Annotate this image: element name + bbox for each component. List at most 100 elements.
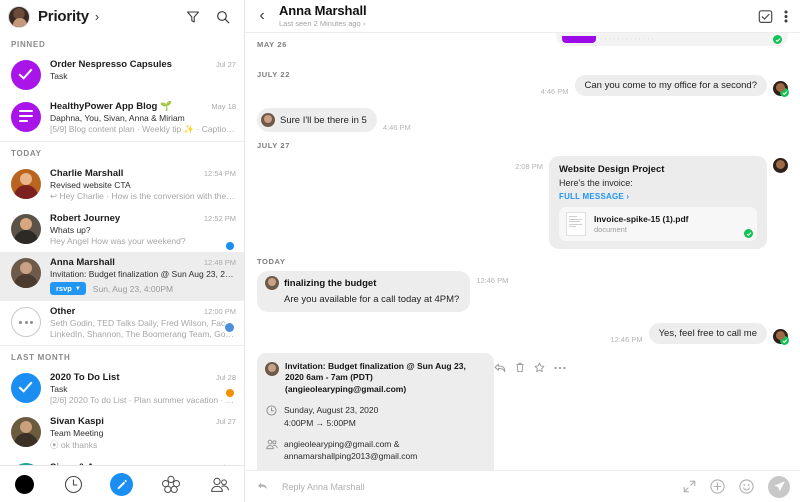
invitation-date: Sunday, August 23, 2020	[284, 405, 379, 416]
list-item-title: Robert Journey	[50, 213, 121, 224]
invitation-guests-text: angieolearyping@gmail.com & annamarshall…	[284, 438, 417, 463]
list-item-body: 2020 To Do List Jul 28 Task [2/6] 2020 T…	[50, 372, 236, 405]
list-item-subtitle: Task	[50, 71, 68, 81]
highlight-chip	[562, 36, 596, 43]
section-header-pinned: PINNED	[11, 40, 46, 49]
list-item-title: Sivan Kaspi	[50, 416, 104, 427]
list-item-subtitle: Task	[50, 384, 68, 394]
list-item-title: Order Nespresso Capsules	[50, 59, 172, 70]
more-vertical-icon[interactable]	[784, 9, 788, 24]
sidebar-header: Priority ›	[0, 0, 244, 33]
chat-header-actions	[758, 9, 788, 24]
reply-input[interactable]: Reply Anna Marshall	[282, 482, 669, 492]
invitation-title: Invitation: Budget finalization @ Sun Au…	[285, 361, 466, 394]
invitation-guests: angieolearyping@gmail.com & annamarshall…	[265, 438, 484, 463]
list-item-subtitle: Invitation: Budget finalization @ Sun Au…	[50, 269, 236, 279]
invitation-when: Sunday, August 23, 2020 4:00PM → 5:00PM	[265, 404, 484, 429]
attachment-meta: Invoice-spike-15 (1).pdf document	[594, 214, 688, 234]
day-label-july27: JULY 27	[257, 141, 290, 150]
list-item[interactable]: 2020 To Do List Jul 28 Task [2/6] 2020 T…	[0, 367, 244, 411]
message-row-invitation[interactable]: Invitation: Budget finalization @ Sun Au…	[257, 353, 788, 470]
list-item[interactable]: Sivan Kaspi Jul 27 Team Meeting ⦿ ok tha…	[0, 411, 244, 457]
list-item-time: 12:54 PM	[203, 169, 236, 178]
list-item-time: Jul 28	[215, 373, 236, 382]
invitation-guest-1: angieolearyping@gmail.com &	[284, 439, 400, 450]
list-item-snippet: Hey Angel How was your weekend?	[50, 236, 186, 246]
day-label-today: TODAY	[257, 257, 286, 266]
trash-icon[interactable]	[515, 362, 525, 373]
list-item-snippet: [5/9] Blog content plan · Weekly tip ✨ ·…	[50, 124, 236, 134]
avatar	[773, 158, 788, 173]
rsvp-dropdown[interactable]: rsvp ▼	[50, 282, 86, 295]
contacts-icon[interactable]	[205, 469, 235, 499]
sent-check-icon	[780, 88, 789, 97]
conversation-list[interactable]: PINNED Order Nespresso Capsules Jul 27 T…	[0, 33, 244, 465]
star-icon[interactable]	[534, 362, 545, 373]
section-header-last-month: LAST MONTH	[11, 353, 71, 362]
list-item-title: Other	[50, 306, 76, 317]
send-paperplane-icon[interactable]	[768, 475, 790, 498]
group-people-icon	[11, 463, 41, 465]
inbox-icon[interactable]	[9, 469, 39, 499]
back-chevron-icon[interactable]: ‹	[255, 7, 269, 25]
message-bubble-truncated[interactable]: · · · · · · · · · · · · ·	[556, 33, 788, 46]
clock-icon[interactable]	[58, 469, 88, 499]
list-item[interactable]: Robert Journey 12:52 PM Whats up? Hey An…	[0, 208, 244, 252]
message-text: Yes, feel free to call me	[648, 323, 767, 344]
list-item[interactable]: Order Nespresso Capsules Jul 27 Task	[0, 54, 244, 96]
budget-message-bubble: finalizing the budget Are you available …	[257, 271, 471, 312]
compose-pencil-icon[interactable]	[107, 469, 137, 499]
list-item-body: Order Nespresso Capsules Jul 27 Task	[50, 59, 236, 81]
list-item-body: Charlie Marshall 12:54 PM Revised websit…	[50, 168, 236, 202]
budget-message-body: Are you available for a call today at 4P…	[284, 294, 460, 305]
list-item[interactable]: HealthyPower App Blog 🌱 May 18 Daphna, Y…	[0, 96, 244, 141]
task-check-icon	[11, 60, 41, 90]
emoji-icon[interactable]	[739, 479, 754, 494]
more-horizontal-icon[interactable]	[554, 366, 566, 370]
list-item[interactable]: Sivan & Anna Jul 27 Invitation: Team Mee…	[0, 457, 244, 465]
people-icon	[266, 439, 278, 450]
list-item-body: Anna Marshall 12:48 PM Invitation: Budge…	[50, 257, 236, 295]
search-icon[interactable]	[212, 6, 234, 28]
bottom-nav	[0, 465, 244, 502]
atom-icon[interactable]	[156, 469, 186, 499]
avatar	[265, 362, 279, 376]
page-title: Priority	[38, 8, 89, 25]
plus-circle-icon[interactable]	[710, 479, 725, 494]
unread-badge	[226, 389, 234, 397]
section-header-today: TODAY	[11, 149, 42, 158]
avatar	[261, 113, 275, 127]
chat-last-seen[interactable]: Last seen 2 Minutes ago ›	[279, 19, 748, 28]
expand-icon[interactable]	[683, 480, 696, 493]
unread-badge	[225, 323, 234, 332]
more-horizontal-icon	[11, 307, 41, 337]
list-item-title: Sivan & Anna	[50, 462, 111, 465]
project-card[interactable]: Website Design Project Here's the invoic…	[549, 156, 767, 249]
message-row-outgoing[interactable]: 12:46 PM Yes, feel free to call me	[257, 323, 789, 345]
sidebar-item-anna-marshall[interactable]: Anna Marshall 12:48 PM Invitation: Budge…	[0, 252, 244, 301]
list-item-title: HealthyPower App Blog 🌱	[50, 101, 172, 112]
message-time: 4:46 PM	[540, 87, 569, 96]
full-message-link[interactable]: FULL MESSAGE ›	[559, 192, 757, 201]
message-row-outgoing-card[interactable]: 2:08 PM Website Design Project Here's th…	[257, 156, 788, 249]
document-thumbnail-icon	[566, 212, 586, 236]
chevron-right-icon[interactable]: ›	[95, 9, 99, 24]
list-item-body: Other 12:00 PM Seth Godin, TED Talks Dai…	[50, 306, 236, 339]
list-item-time: May 18	[211, 102, 236, 111]
avatar	[265, 276, 279, 290]
list-item[interactable]: Other 12:00 PM Seth Godin, TED Talks Dai…	[0, 301, 244, 345]
chat-header: ‹ Anna Marshall Last seen 2 Minutes ago …	[245, 0, 800, 33]
message-bubble: Sure I'll be there in 5	[257, 108, 377, 132]
attachment-pdf[interactable]: Invoice-spike-15 (1).pdf document	[559, 207, 757, 241]
filter-icon[interactable]	[182, 6, 204, 28]
message-list[interactable]: · · · · · · · · · · · · · MAY 26 JULY 22…	[245, 33, 800, 470]
message-row-outgoing[interactable]: 4:46 PM Can you come to my office for a …	[257, 75, 789, 97]
invitation-card[interactable]: Invitation: Budget finalization @ Sun Au…	[257, 353, 566, 470]
message-row-incoming[interactable]: Sure I'll be there in 5 4:46 PM	[257, 108, 788, 132]
rsvp-row: rsvp ▼ Sun, Aug 23, 4:00PM	[50, 282, 236, 295]
checkbox-calendar-icon[interactable]	[758, 9, 773, 24]
message-row-incoming[interactable]: finalizing the budget Are you available …	[257, 271, 788, 312]
list-item[interactable]: Charlie Marshall 12:54 PM Revised websit…	[0, 163, 244, 208]
reply-icon[interactable]	[494, 363, 506, 373]
avatar[interactable]	[8, 5, 30, 28]
